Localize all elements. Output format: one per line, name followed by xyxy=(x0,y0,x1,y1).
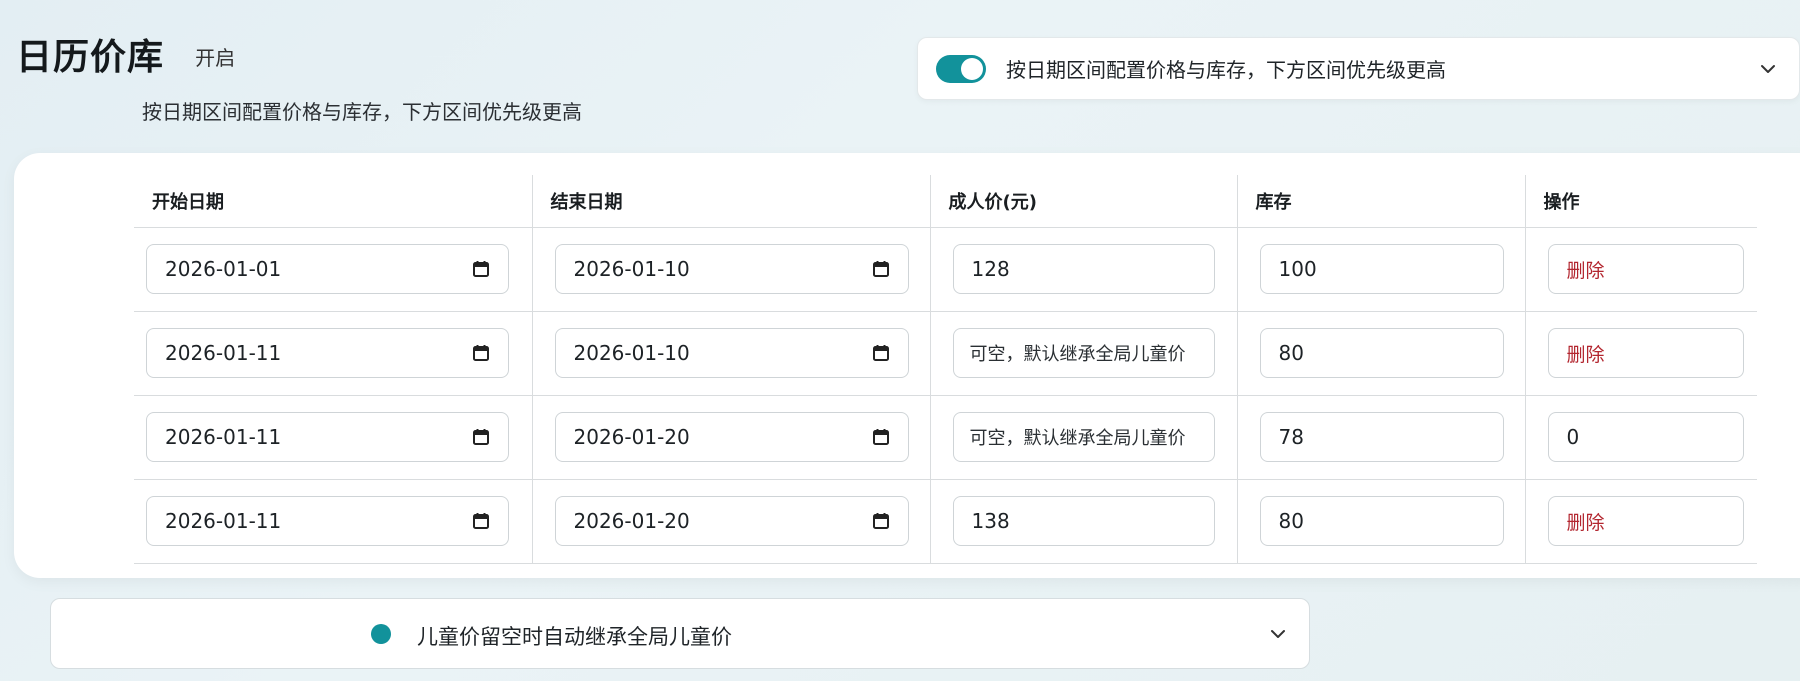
header-end-date: 结束日期 xyxy=(532,175,931,228)
end-date-input[interactable]: 2026-01-10 xyxy=(554,244,909,294)
table-header-row: 开始日期 结束日期 成人价(元) 库存 操作 xyxy=(134,175,1757,228)
dot-icon xyxy=(371,624,391,644)
calendar-icon[interactable] xyxy=(472,512,490,530)
end-date-input[interactable]: 2026-01-10 xyxy=(554,328,909,378)
chevron-down-icon[interactable] xyxy=(1269,625,1287,643)
stock-input[interactable]: 80 xyxy=(1259,328,1504,378)
adult-price-input[interactable]: 可空，默认继承全局儿童价 xyxy=(952,328,1215,378)
start-date-input[interactable]: 2026-01-11 xyxy=(146,328,509,378)
page-header: 日历价库 开启 xyxy=(16,28,235,80)
start-date-input[interactable]: 2026-01-01 xyxy=(146,244,509,294)
calendar-icon[interactable] xyxy=(472,428,490,446)
delete-button[interactable]: 删除 xyxy=(1547,328,1744,378)
start-date-input[interactable]: 2026-01-11 xyxy=(146,412,509,462)
header-start-date: 开始日期 xyxy=(134,175,533,228)
toggle-label: 按日期区间配置价格与库存，下方区间优先级更高 xyxy=(1006,58,1446,82)
switch-knob xyxy=(961,57,983,80)
header-action: 操作 xyxy=(1525,175,1757,228)
calendar-icon[interactable] xyxy=(472,344,490,362)
pricing-table: 开始日期 结束日期 成人价(元) 库存 操作 2026-01-01 2026-0… xyxy=(134,175,1757,564)
end-date-input[interactable]: 2026-01-20 xyxy=(554,412,909,462)
delete-button[interactable]: 删除 xyxy=(1547,244,1744,294)
child-price-inherit-bar[interactable]: 儿童价留空时自动继承全局儿童价 xyxy=(50,598,1310,669)
calendar-icon[interactable] xyxy=(872,428,890,446)
child-price-inherit-label: 儿童价留空时自动继承全局儿童价 xyxy=(417,625,732,649)
adult-price-input[interactable]: 138 xyxy=(952,496,1215,546)
calendar-icon[interactable] xyxy=(872,260,890,278)
action-input[interactable]: 0 xyxy=(1547,412,1744,462)
table-row: 2026-01-01 2026-01-10 128 100 删除 xyxy=(134,227,1757,312)
calendar-icon[interactable] xyxy=(872,512,890,530)
status-text: 开启 xyxy=(195,46,236,70)
table-row: 2026-01-11 2026-01-20 可空，默认继承全局儿童价 78 0 xyxy=(134,395,1757,480)
page-title: 日历价库 xyxy=(16,37,165,78)
stock-input[interactable]: 100 xyxy=(1259,244,1504,294)
calendar-pricing-toggle-bar[interactable]: 按日期区间配置价格与库存，下方区间优先级更高 xyxy=(917,37,1800,100)
end-date-input[interactable]: 2026-01-20 xyxy=(554,496,909,546)
table-row: 2026-01-11 2026-01-10 可空，默认继承全局儿童价 80 删除 xyxy=(134,311,1757,396)
calendar-icon[interactable] xyxy=(472,260,490,278)
adult-price-input[interactable]: 128 xyxy=(952,244,1215,294)
header-adult-price: 成人价(元) xyxy=(930,175,1238,228)
enable-switch[interactable] xyxy=(936,54,986,83)
page-subtitle: 按日期区间配置价格与库存，下方区间优先级更高 xyxy=(142,100,582,124)
adult-price-input[interactable]: 可空，默认继承全局儿童价 xyxy=(952,412,1215,462)
stock-input[interactable]: 78 xyxy=(1259,412,1504,462)
table-row: 2026-01-11 2026-01-20 138 80 删除 xyxy=(134,479,1757,564)
header-stock: 库存 xyxy=(1237,175,1526,228)
delete-button[interactable]: 删除 xyxy=(1547,496,1744,546)
stock-input[interactable]: 80 xyxy=(1259,496,1504,546)
chevron-down-icon[interactable] xyxy=(1759,60,1777,78)
start-date-input[interactable]: 2026-01-11 xyxy=(146,496,509,546)
calendar-icon[interactable] xyxy=(872,344,890,362)
